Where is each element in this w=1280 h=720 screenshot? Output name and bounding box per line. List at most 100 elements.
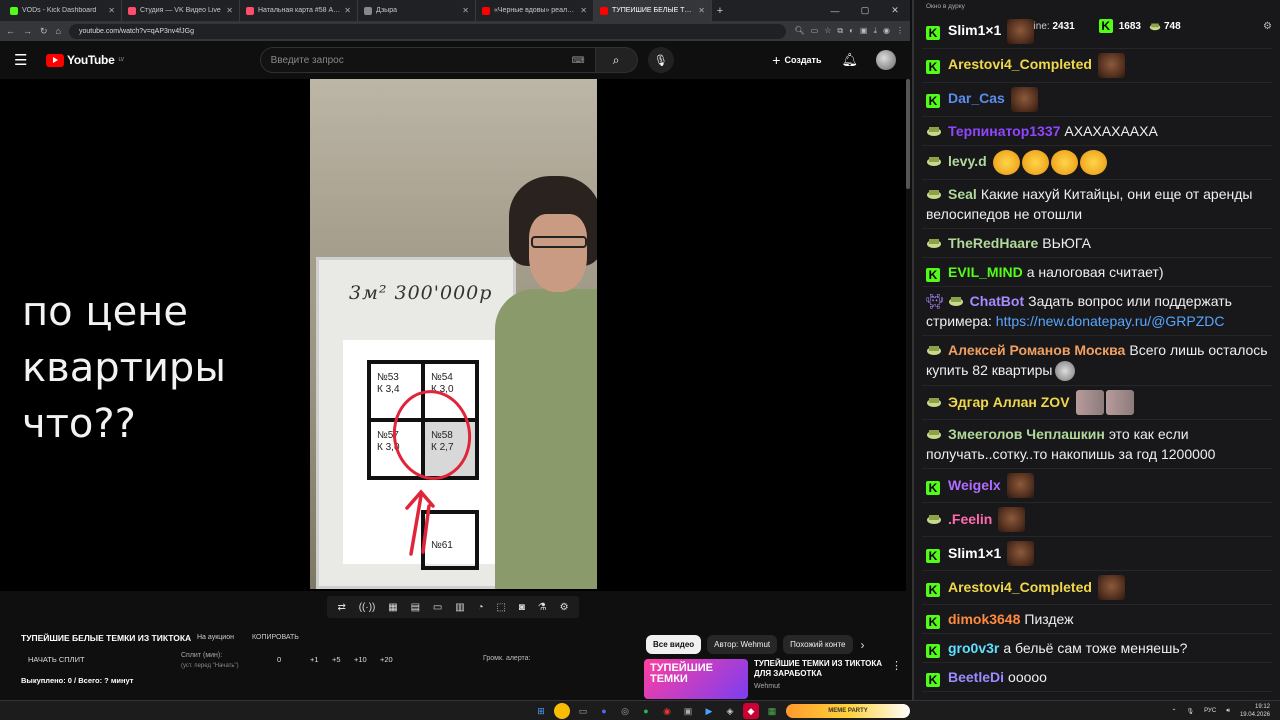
close-window-icon[interactable]: ✕ (880, 0, 910, 21)
split-plus-5-button[interactable]: +5 (332, 655, 341, 664)
discord-icon[interactable]: ● (596, 703, 612, 719)
chat-username[interactable]: Алексей Романов Москва (948, 342, 1125, 358)
app-icon[interactable]: ◆ (743, 703, 759, 719)
screenshot-icon[interactable]: ▦ (388, 602, 397, 613)
extension-icon[interactable]: ⧉ (837, 26, 843, 36)
settings-gear-icon[interactable]: ⚙ (560, 602, 569, 613)
chat-username[interactable]: gro0v3r (948, 640, 999, 656)
chat-username[interactable]: BeetleDi (948, 669, 1004, 685)
related-video[interactable]: ТУПЕЙШИЕ ТЕМКИ ТУПЕЙШИЕ ТЕМКИ ИЗ ТИКТОКА… (644, 659, 902, 699)
reload-icon[interactable]: ↻ (40, 26, 48, 37)
app-icon[interactable]: ▦ (764, 703, 780, 719)
flask-icon[interactable]: ⚗ (538, 602, 547, 613)
tab-close-icon[interactable]: ✕ (108, 6, 115, 15)
back-icon[interactable]: ← (6, 26, 15, 36)
chat-username[interactable]: levy.d (948, 153, 987, 169)
chrome-icon[interactable] (554, 703, 570, 719)
copy-button[interactable]: КОПИРОВАТЬ (252, 634, 299, 641)
split-plus-20-button[interactable]: +20 (380, 655, 393, 664)
chat-username[interactable]: .Feelin (948, 511, 992, 527)
video-player[interactable]: по цене квартиры что?? 3м² 300'000р №53 … (0, 79, 906, 591)
chip-author[interactable]: Автор: Wehmut (707, 635, 778, 654)
zoom-icon[interactable]: 🔍︎ (794, 26, 804, 36)
chip-similar[interactable]: Похожий конте (783, 635, 853, 654)
chip-all-videos[interactable]: Все видео (646, 635, 702, 654)
volume-icon[interactable]: 🔊︎ (1226, 708, 1230, 715)
search-button[interactable]: ⌕ (595, 47, 638, 73)
camera-icon[interactable]: ◙ (519, 602, 525, 613)
chat-username[interactable]: dimok3648 (948, 611, 1020, 627)
split-plus-1-button[interactable]: +1 (310, 655, 319, 664)
notifications-bell-icon[interactable]: 🔔︎ (841, 52, 858, 68)
tab-close-icon[interactable]: ✕ (580, 6, 587, 15)
related-thumbnail[interactable]: ТУПЕЙШИЕ ТЕМКИ (644, 659, 748, 699)
bookmark-star-icon[interactable]: ☆ (824, 26, 831, 36)
chat-username[interactable]: ChatBot (970, 293, 1024, 309)
create-button[interactable]: + Создать (772, 52, 821, 68)
menu-dots-icon[interactable]: ⋮ (896, 26, 904, 36)
browser-tab[interactable]: Дзыра ✕ (358, 0, 476, 21)
browser-tab[interactable]: ТУПЕЙШИЕ БЕЛЫЕ ТЕМКИ ✕ (594, 0, 712, 21)
mic-icon[interactable]: 🎙︎ (1187, 708, 1195, 715)
tab-close-icon[interactable]: ✕ (226, 6, 233, 15)
film-icon[interactable]: ▤ (411, 602, 420, 613)
chat-username[interactable]: Seal (948, 186, 977, 202)
home-icon[interactable]: ⌂ (56, 26, 61, 36)
cast-icon[interactable]: ▭ (811, 26, 819, 36)
chat-username[interactable]: Arestovi4_Completed (948, 56, 1092, 72)
split-plus-10-button[interactable]: +10 (354, 655, 367, 664)
chat-username[interactable]: Slim1×1 (948, 545, 1001, 561)
related-author[interactable]: Wehmut (754, 682, 891, 692)
chat-username[interactable]: Weigelx (948, 477, 1001, 493)
chat-link[interactable]: https://new.donatepay.ru/@GRPZDC (996, 313, 1225, 329)
pip-icon[interactable]: ▭ (433, 602, 442, 613)
app-icon[interactable]: ▣ (680, 703, 696, 719)
url-field[interactable]: youtube.com/watch?v=qAP3nv4fJGg (68, 23, 787, 39)
minimize-icon[interactable]: — (820, 0, 850, 21)
chat-username[interactable]: Slim1×1 (948, 22, 1001, 38)
audio-icon[interactable]: ((·)) (359, 602, 376, 613)
auction-button[interactable]: На аукцион (197, 634, 234, 641)
loop-icon[interactable]: ⇄ (337, 602, 345, 613)
spotify-icon[interactable]: ● (638, 703, 654, 719)
youtube-logo[interactable]: YouTube LV (46, 53, 124, 67)
chat-username[interactable]: TheRedHaare (948, 235, 1038, 251)
subtitles-icon[interactable]: ▥ (455, 602, 464, 613)
related-title[interactable]: ТУПЕЙШИЕ ТЕМКИ ИЗ ТИКТОКА ДЛЯ ЗАРАБОТКА (754, 659, 882, 678)
start-icon[interactable]: ⊞ (533, 703, 549, 719)
app-icon[interactable]: ◈ (722, 703, 738, 719)
extension-icon[interactable]: ◐ (849, 26, 854, 36)
chat-username[interactable]: Dar_Cas (948, 90, 1005, 106)
meme-party-widget[interactable]: MEME PARTY (786, 704, 910, 718)
crop-icon[interactable]: ⬚ (496, 602, 505, 613)
hamburger-menu-icon[interactable]: ☰ (14, 51, 32, 69)
profile-icon[interactable]: ◉ (883, 26, 890, 36)
steam-icon[interactable]: ◎ (617, 703, 633, 719)
download-icon[interactable]: ⤓ (873, 26, 877, 36)
app-icon[interactable]: ▶ (701, 703, 717, 719)
maximize-icon[interactable]: ▢ (850, 0, 880, 21)
lang-indicator[interactable]: РУС (1204, 708, 1216, 714)
tab-close-icon[interactable]: ✕ (344, 6, 351, 15)
more-options-icon[interactable]: ⋮ (891, 659, 902, 699)
obs-icon[interactable]: ◉ (659, 703, 675, 719)
browser-tab[interactable]: VODs - Kick Dashboard ✕ (4, 0, 122, 21)
tab-close-icon[interactable]: ✕ (462, 6, 469, 15)
chat-username[interactable]: EVIL_MIND (948, 264, 1023, 280)
keyboard-icon[interactable]: ⌨ (572, 55, 585, 66)
chat-username[interactable]: Терпинатор1337 (948, 123, 1060, 139)
tray-chevron-icon[interactable]: ⌃ (1172, 708, 1177, 715)
page-scrollbar[interactable] (906, 79, 910, 189)
chat-username[interactable]: Эдгар Аллан ZOV (948, 394, 1070, 410)
forward-icon[interactable]: → (23, 26, 32, 36)
browser-tab[interactable]: «Черные вдовы» реальность ✕ (476, 0, 594, 21)
browser-tab[interactable]: Студия — VK Видео Live ✕ (122, 0, 240, 21)
chat-username[interactable]: Змееголов Чеплашкин (948, 426, 1105, 442)
speed-icon[interactable]: ◔ (478, 602, 484, 613)
chat-username[interactable]: Arestovi4_Completed (948, 579, 1092, 595)
start-split-button[interactable]: НАЧАТЬ СПЛИТ (28, 655, 85, 664)
chevron-right-icon[interactable]: › (861, 638, 865, 652)
clock[interactable]: 19:12 19.04.2026 (1240, 703, 1270, 719)
avatar[interactable] (876, 50, 896, 70)
files-icon[interactable]: ▭ (575, 703, 591, 719)
